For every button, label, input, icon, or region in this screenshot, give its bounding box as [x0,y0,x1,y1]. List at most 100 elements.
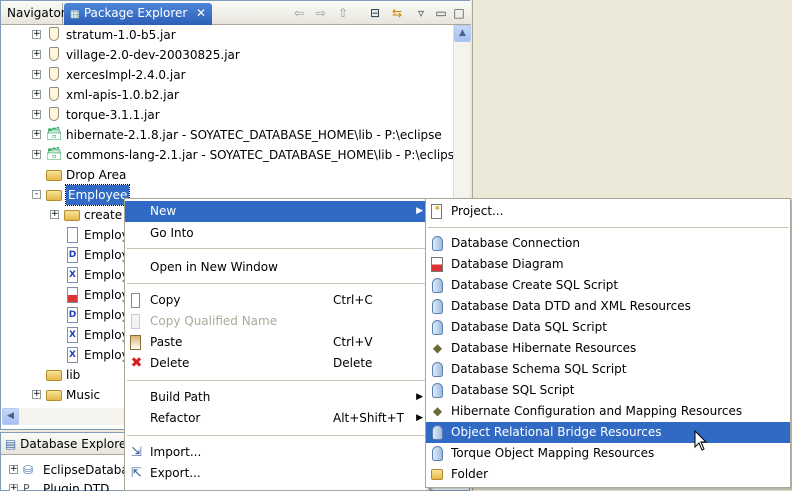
menu-item-label: Hibernate Configuration and Mapping Reso… [451,404,743,418]
new-project-icon: ✶ [431,204,442,219]
submenu-arrow-icon: ▶ [416,413,423,423]
forward-icon[interactable]: ⇨ [313,5,329,21]
expand-icon[interactable]: + [32,90,41,99]
submenu-item-database-connection[interactable]: Database Connection [426,233,790,254]
tree-item-label: lib [66,368,81,382]
diagram-icon [431,257,443,272]
menu-item-label: Database Data SQL Script [451,320,607,334]
menu-item-build-path[interactable]: Build Path ▶ [125,387,429,408]
tree-item-label: Plugin DTD [43,482,110,491]
tree-item-label: create [84,208,123,222]
expand-icon[interactable]: + [32,390,41,399]
menu-item-go-into[interactable]: Go Into [125,223,429,244]
plugin-icon: P [23,482,30,491]
submenu-item-database-diagram[interactable]: Database Diagram [426,254,790,275]
jar-icon [49,27,59,41]
file-icon [67,227,78,243]
expand-icon[interactable]: + [32,130,41,139]
menu-item-label: Copy [150,293,181,307]
xml-file-icon: X [67,327,78,343]
close-icon[interactable]: ✕ [196,3,206,23]
expand-icon[interactable]: + [32,30,41,39]
context-menu: New ▶ Go Into Open in New Window Copy Ct… [124,198,430,491]
collapse-icon[interactable]: - [32,190,41,199]
menu-item-label: Project... [451,204,504,218]
dtd-file-icon: D [67,247,78,263]
submenu-item-torque-object-mapping[interactable]: Torque Object Mapping Resources [426,443,790,464]
expand-icon[interactable]: + [32,110,41,119]
database-icon [432,425,443,440]
submenu-item-database-create-sql-script[interactable]: Database Create SQL Script [426,275,790,296]
maximize-icon[interactable]: □ [451,5,467,21]
menu-separator [127,435,427,436]
menu-item-import[interactable]: ⇲ Import... [125,442,429,463]
tree-item-label: Music [66,388,101,402]
tab-navigator[interactable]: Navigator [1,3,66,25]
link-with-editor-icon[interactable]: ⇆ [389,5,405,21]
menu-item-delete[interactable]: ✖ Delete Delete [125,353,429,374]
menu-item-refactor[interactable]: Refactor Alt+Shift+T ▶ [125,408,429,429]
expand-icon[interactable]: + [9,484,18,491]
menu-item-copy[interactable]: Copy Ctrl+C [125,290,429,311]
menu-item-copy-qualified-name[interactable]: Copy Qualified Name [125,311,429,332]
diagram-file-icon [67,287,78,303]
menu-item-label: Go Into [150,226,194,240]
menu-item-label: Import... [150,445,202,459]
expand-icon[interactable]: + [32,150,41,159]
jar-icon [49,87,59,101]
database-explorer-icon: ▤ [5,437,17,451]
menu-item-label: Database Hibernate Resources [451,341,637,355]
scroll-left-icon[interactable]: ◀ [2,408,19,425]
scroll-up-icon[interactable]: ▲ [454,25,471,42]
package-explorer-icon: ▦ [70,9,80,20]
expand-icon[interactable]: + [32,50,41,59]
expand-icon[interactable]: + [50,210,59,219]
delete-icon: ✖ [130,355,143,371]
jar-icon [49,67,59,81]
tree-item-label: xercesImpl-2.4.0.jar [66,68,186,82]
menu-item-open-in-new-window[interactable]: Open in New Window [125,257,429,278]
menu-item-label: Object Relational Bridge Resources [451,425,662,439]
submenu-item-database-schema-sql-script[interactable]: Database Schema SQL Script [426,359,790,380]
menu-item-export[interactable]: ⇱ Export... [125,463,429,484]
jar-icon [49,107,59,121]
submenu-item-folder[interactable]: Folder [426,464,790,485]
database-icon [432,383,443,398]
database-icon [432,278,443,293]
menu-item-label: Database Data DTD and XML Resources [451,299,691,313]
menu-item-label: Delete [150,356,190,370]
database-icon [432,299,443,314]
mouse-cursor-icon [694,430,708,451]
menu-item-label: Database SQL Script [451,383,575,397]
menu-separator [127,248,427,249]
up-icon[interactable]: ⇧ [335,5,351,21]
submenu-item-database-data-dtd-xml[interactable]: Database Data DTD and XML Resources [426,296,790,317]
tab-package-explorer[interactable]: ▦ Package Explorer ✕ [64,3,212,25]
menu-item-label: Refactor [150,411,201,425]
submenu-item-database-hibernate-resources[interactable]: ◆ Database Hibernate Resources [426,338,790,359]
menu-separator [127,283,427,284]
new-submenu: ✶ Project... Database Connection Databas… [425,198,791,488]
tab-database-explorer-label: Database Explorer [20,437,132,451]
folder-icon [46,390,62,401]
folder-open-icon [46,190,62,201]
submenu-item-project[interactable]: ✶ Project... [426,201,790,222]
xml-file-icon: X [67,267,78,283]
back-icon[interactable]: ⇦ [291,5,307,21]
collapse-all-icon[interactable]: ⊟ [367,5,383,21]
expand-icon[interactable]: + [9,465,18,474]
view-menu-icon[interactable]: ▿ [413,5,429,21]
menu-item-label: Database Create SQL Script [451,278,619,292]
menu-item-label: Torque Object Mapping Resources [451,446,655,460]
menu-item-shortcut: Alt+Shift+T [333,411,404,425]
submenu-item-database-sql-script[interactable]: Database SQL Script [426,380,790,401]
folder-icon [431,469,443,480]
folder-icon [46,170,62,181]
minimize-icon[interactable]: ▭ [433,5,449,21]
menu-item-paste[interactable]: Paste Ctrl+V [125,332,429,353]
submenu-item-database-data-sql-script[interactable]: Database Data SQL Script [426,317,790,338]
submenu-item-object-relational-bridge[interactable]: Object Relational Bridge Resources [426,422,790,443]
submenu-item-hibernate-configuration-mapping[interactable]: ◆ Hibernate Configuration and Mapping Re… [426,401,790,422]
menu-item-new[interactable]: New ▶ [125,201,429,222]
expand-icon[interactable]: + [32,70,41,79]
